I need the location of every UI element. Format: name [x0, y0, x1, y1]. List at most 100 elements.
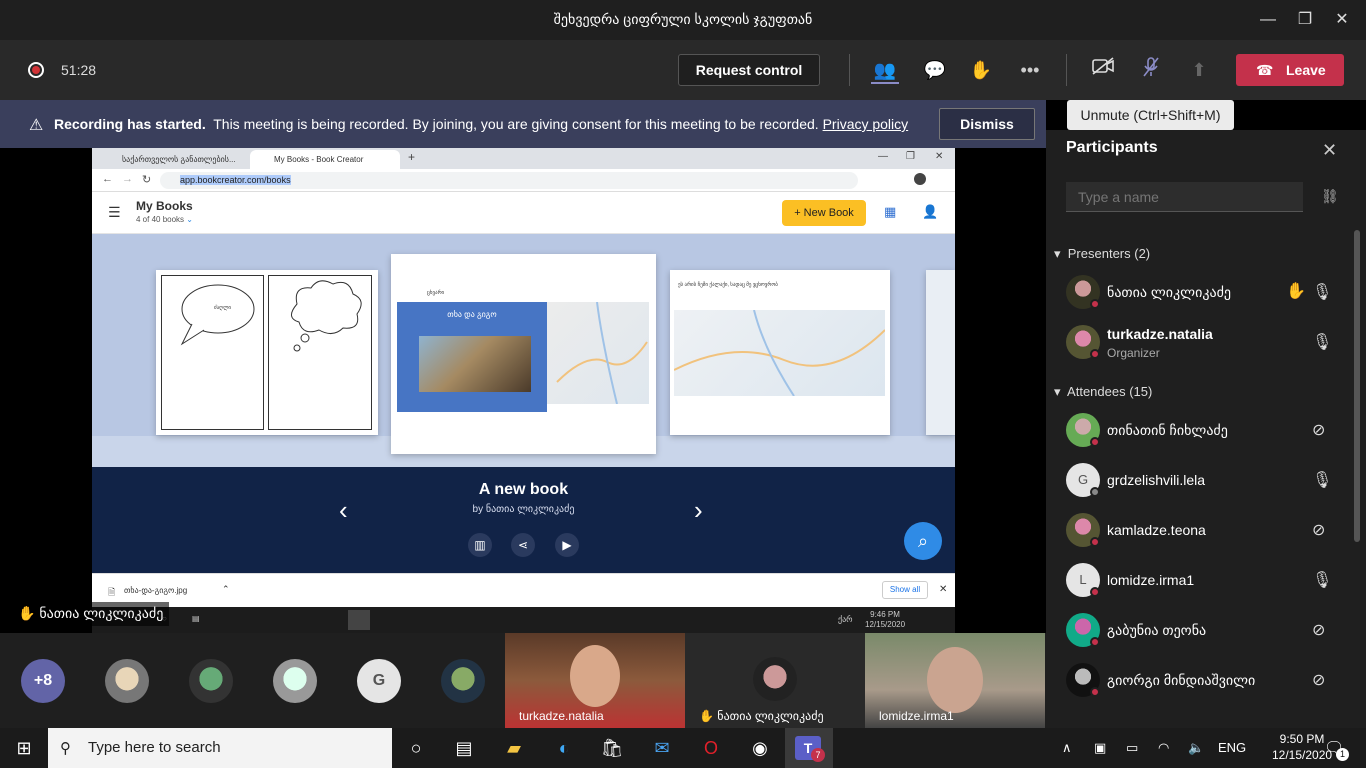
language-indicator[interactable]: ENG — [1218, 740, 1246, 755]
more-options-icon[interactable]: ••• — [1016, 56, 1044, 84]
selected-book-author: by ნათია ლიკლიკაძე — [472, 504, 575, 515]
new-book-button[interactable]: + New Book — [782, 200, 866, 226]
dismiss-button[interactable]: Dismiss — [939, 108, 1035, 140]
book-partial[interactable] — [926, 270, 955, 435]
tray-overflow-icon[interactable]: ∧ — [1062, 740, 1072, 756]
video-tile-label: turkadze.natalia — [519, 709, 604, 723]
video-tile-name: ნათია ლიკლიკაძე — [717, 709, 824, 723]
browser-tabs: საქართველოს განათლების... My Books - Boo… — [92, 148, 955, 169]
share-icon[interactable]: ⋖ — [511, 533, 535, 557]
more-participants-button[interactable]: +8 — [21, 659, 65, 703]
chevron-up-icon[interactable]: ⌃ — [222, 584, 230, 595]
participant-row[interactable]: ნათია ლიკლიკაძე ✋ 🎙 — [1046, 268, 1352, 318]
map-roads-2 — [673, 309, 886, 397]
gallery-avatar[interactable] — [441, 659, 485, 703]
participant-search-input[interactable] — [1066, 182, 1303, 212]
participant-row[interactable]: გიორგი მინდიაშვილი ⊘ — [1046, 656, 1352, 706]
account-icon[interactable]: 👤 — [922, 204, 938, 220]
play-icon[interactable]: ▶ — [555, 533, 579, 557]
privacy-policy-link[interactable]: Privacy policy — [823, 116, 909, 132]
menu-icon[interactable]: ☰ — [108, 204, 121, 221]
request-control-button[interactable]: Request control — [678, 54, 820, 86]
taskbar-search[interactable]: ⚲ Type here to search — [48, 728, 392, 768]
battery-icon[interactable]: ▭ — [1126, 740, 1138, 756]
windows-start-icon[interactable]: ⊞ — [10, 734, 38, 762]
task-view-icon[interactable]: ▤ — [450, 734, 478, 762]
chat-icon[interactable]: 💬 — [921, 56, 949, 84]
participant-row[interactable]: გაბუნია თეონა ⊘ — [1046, 606, 1352, 656]
presenters-header[interactable]: ▾ Presenters (2) — [1054, 246, 1150, 262]
chrome-icon[interactable]: ◉ — [746, 734, 774, 762]
map-image — [547, 301, 649, 405]
share-invite-icon[interactable]: ⛓ — [1321, 188, 1339, 205]
participant-row[interactable]: L lomidze.irma1 🎙 — [1046, 556, 1352, 606]
zoom-search-icon[interactable]: ⌕ — [904, 522, 942, 560]
gallery-avatar[interactable] — [273, 659, 317, 703]
video-tile[interactable]: turkadze.natalia — [505, 633, 685, 728]
comic-panel-left: ძაღლი — [161, 275, 264, 430]
shared-taskbar: ○ ▤ 9:46 PM 12/15/2020 ქარ — [92, 607, 955, 633]
mail-icon[interactable]: ✉ — [648, 734, 676, 762]
participant-row[interactable]: kamladze.teona ⊘ — [1046, 506, 1352, 556]
video-tile[interactable]: ✋ ნათია ლიკლიკაძე — [685, 633, 865, 728]
new-tab-icon[interactable]: + — [408, 150, 415, 164]
attendees-header[interactable]: ▾ Attendees (15) — [1054, 384, 1152, 400]
raise-hand-icon[interactable]: ✋ — [967, 56, 995, 84]
map-caption: ეს არის ჩემი ქალაქი, სადაც მე ვცხოვრობ — [678, 282, 778, 288]
back-icon[interactable]: ← — [102, 173, 113, 185]
participant-row[interactable]: turkadze.natalia Organizer 🎙 — [1046, 318, 1352, 368]
library-icon[interactable]: ▥ — [468, 533, 492, 557]
opera-icon[interactable]: O — [697, 734, 725, 762]
close-panel-icon[interactable]: ✕ — [1322, 140, 1337, 161]
book-selected[interactable]: ცხვარი თხა და გიგო — [391, 254, 656, 454]
video-tile[interactable]: lomidze.irma1 — [865, 633, 1045, 728]
cortana-icon[interactable]: ○ — [402, 734, 430, 762]
toolbar-divider — [1066, 54, 1067, 86]
grid-view-icon[interactable]: ▦ — [884, 204, 896, 220]
share-screen-icon[interactable]: ⬆ — [1185, 56, 1213, 84]
file-explorer-icon[interactable]: ▰ — [500, 734, 528, 762]
download-bar-close-icon[interactable]: ✕ — [939, 584, 947, 595]
profile-icon[interactable] — [914, 173, 926, 185]
minimize-icon[interactable]: — — [1256, 8, 1280, 32]
leave-button[interactable]: ☎ Leave — [1236, 54, 1344, 86]
reload-icon[interactable]: ↻ — [142, 173, 151, 186]
edge-icon[interactable]: ◐ — [550, 734, 578, 762]
wifi-icon[interactable]: ◠ — [1158, 740, 1169, 756]
prev-arrow-icon[interactable]: ‹ — [339, 495, 348, 526]
next-arrow-icon[interactable]: › — [694, 495, 703, 526]
close-icon[interactable]: ✕ — [1330, 8, 1354, 32]
camera-off-icon[interactable] — [1089, 56, 1117, 84]
store-icon[interactable]: 🛍 — [598, 734, 626, 762]
browser-close-icon[interactable]: ✕ — [935, 151, 943, 162]
comic-panel-right — [268, 275, 372, 430]
show-all-button[interactable]: Show all — [882, 581, 928, 599]
book-comic[interactable]: ძაღლი — [156, 270, 378, 435]
browser-minimize-icon[interactable]: — — [878, 151, 888, 162]
browser-tab-1[interactable]: საქართველოს განათლების... — [98, 150, 248, 169]
participant-face — [570, 645, 620, 707]
browser-restore-icon[interactable]: ❐ — [906, 151, 915, 162]
meet-now-icon[interactable]: ▣ — [1094, 740, 1106, 756]
book-map[interactable]: ეს არის ჩემი ქალაქი, სადაც მე ვცხოვრობ — [670, 270, 890, 435]
notification-count: 1 — [1336, 748, 1349, 761]
participants-icon[interactable]: 👥 — [871, 56, 899, 84]
forward-icon[interactable]: → — [122, 173, 133, 185]
book-count[interactable]: 4 of 40 books ⌄ — [136, 215, 193, 224]
participant-row[interactable]: თინათინ ჩიხლაძე ⊘ — [1046, 406, 1352, 456]
gallery-avatar[interactable]: G — [357, 659, 401, 703]
address-bar[interactable]: app.bookcreator.com/books — [160, 172, 858, 189]
teams-taskbar-button[interactable]: T 7 — [785, 728, 833, 768]
gallery-avatar[interactable] — [105, 659, 149, 703]
restore-icon[interactable]: ❐ — [1293, 8, 1317, 32]
meeting-timer: 51:28 — [61, 62, 97, 78]
download-bar: 🗎 თხა-და-გიგო.jpg ⌃ Show all ✕ — [92, 573, 955, 607]
mic-icon: 🎙 — [1312, 472, 1333, 489]
gallery-avatar[interactable] — [189, 659, 233, 703]
browser-tab-2[interactable]: My Books - Book Creator — [250, 150, 400, 169]
panel-scrollbar[interactable] — [1354, 230, 1360, 542]
participant-row[interactable]: G grdzelishvili.lela 🎙 — [1046, 456, 1352, 506]
volume-icon[interactable]: 🔈 — [1188, 740, 1204, 756]
mic-muted-icon[interactable] — [1137, 56, 1165, 84]
download-file[interactable]: თხა-და-გიგო.jpg — [124, 586, 187, 595]
